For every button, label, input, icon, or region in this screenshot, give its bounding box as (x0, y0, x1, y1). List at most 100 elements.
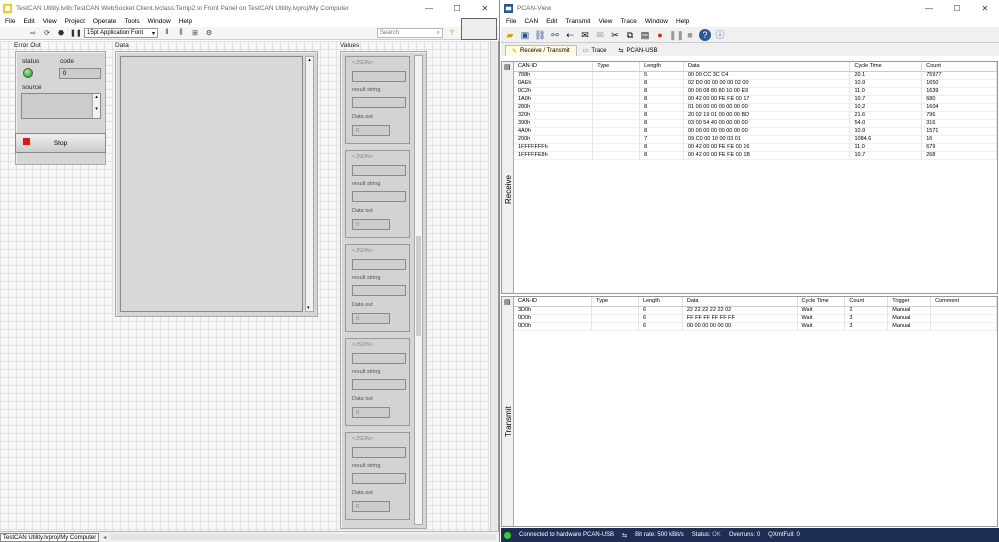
table-row[interactable]: 1A0h 8 00 42 00 00 FE FE 00 17 10.7 680 (514, 95, 997, 104)
pause-icon[interactable]: ❚❚ (70, 29, 82, 37)
table-row[interactable]: 1FFFFFE8h 8 00 42 00 00 FE FE 00 1B 10.7 268 (514, 151, 997, 160)
disconnect-icon[interactable]: ⚯ (549, 29, 561, 41)
col-can-id[interactable]: CAN-ID (514, 62, 594, 72)
close-button[interactable]: ✕ (971, 4, 999, 13)
menu-project[interactable]: Project (62, 18, 90, 25)
data-string-indicator[interactable] (120, 56, 303, 312)
col-data[interactable]: Data (682, 297, 798, 307)
result-string-field[interactable] (352, 379, 406, 390)
col-comment[interactable]: Comment (930, 297, 997, 307)
distribute-objects-icon[interactable]: ⫼ (176, 29, 186, 37)
table-row[interactable]: 3D0h 6 22 22 22 22 22 02 Wait 2 Manual (514, 306, 997, 315)
table-row[interactable]: 1FFFFFFFh 8 00 42 00 00 FE FE 00 16 11.0 679 (514, 143, 997, 152)
maximize-button[interactable]: ☐ (943, 4, 971, 13)
tab-receive-transmit[interactable]: ✎ Receive / Transmit (505, 45, 577, 56)
menu-tools[interactable]: Tools (121, 18, 144, 25)
tab-trace[interactable]: ▭ Trace (577, 45, 613, 56)
resize-objects-icon[interactable]: ⊞ (190, 29, 200, 37)
cut-icon[interactable]: ✂ (609, 29, 621, 41)
open-folder-icon[interactable]: ▰ (504, 29, 516, 41)
help-icon[interactable]: ? (447, 30, 457, 37)
vi-icon-connector[interactable] (461, 18, 497, 40)
reorder-icon[interactable]: ⚙ (204, 29, 214, 37)
menu-window[interactable]: Window (642, 18, 673, 25)
copy-icon[interactable]: ⧉ (624, 29, 636, 41)
table-row[interactable]: 0AEh 8 02 D0 00 00 00 00 02 00 10.9 1650 (514, 79, 997, 88)
run-continuously-icon[interactable]: ⟳ (42, 29, 52, 37)
menu-edit[interactable]: Edit (20, 18, 39, 25)
message-icon[interactable]: ✉ (594, 29, 606, 41)
data-scrollbar[interactable]: ▴ ▾ (305, 56, 314, 312)
horizontal-scrollbar[interactable] (110, 534, 496, 540)
search-input[interactable]: Search ⌕ (377, 28, 443, 38)
record-icon[interactable]: ● (654, 29, 666, 41)
stop-icon[interactable]: ■ (684, 29, 696, 41)
reset-icon[interactable]: ⇠ (564, 29, 576, 41)
col-type[interactable]: Type (591, 297, 639, 307)
col-length[interactable]: Length (638, 297, 683, 307)
menu-transmit[interactable]: Transmit (562, 18, 595, 25)
menu-view[interactable]: View (40, 18, 62, 25)
table-row[interactable]: 200h 7 09 C0 00 10 00 03 01 1084.6 16 (514, 135, 997, 144)
stop-button[interactable]: Stop (15, 133, 106, 153)
save-icon[interactable]: ▣ (519, 29, 531, 41)
menu-file[interactable]: File (503, 18, 521, 25)
scroll-up-icon[interactable]: ▴ (308, 57, 311, 63)
menu-trace[interactable]: Trace (617, 18, 641, 25)
col-count[interactable]: Count (844, 297, 889, 307)
menu-edit[interactable]: Edit (543, 18, 562, 25)
maximize-button[interactable]: ☐ (443, 4, 471, 13)
help-icon[interactable]: ? (699, 28, 711, 41)
about-icon[interactable]: ⓘ (714, 29, 726, 41)
front-panel-canvas[interactable]: Error Out status code 0 source ▴ ▾ Stop D… (0, 41, 499, 531)
json-input[interactable] (352, 447, 406, 458)
minimize-button[interactable]: — (415, 4, 443, 13)
col-count[interactable]: Count (921, 62, 997, 72)
abort-icon[interactable]: ⬣ (56, 29, 66, 37)
menu-help[interactable]: Help (176, 18, 197, 25)
scroll-thumb[interactable] (416, 236, 421, 336)
col-data[interactable]: Data (683, 62, 851, 72)
result-string-field[interactable] (352, 473, 406, 484)
table-row[interactable]: 0D0h 6 00 00 00 00 00 00 Wait 3 Manual (514, 322, 997, 331)
table-row[interactable]: 390h 8 03 00 54 40 00 00 00 00 54.0 316 (514, 119, 997, 128)
source-scrollbar[interactable]: ▴ ▾ (92, 94, 100, 118)
values-scrollbar[interactable] (414, 55, 423, 525)
new-message-icon[interactable]: ✉ (579, 29, 591, 41)
table-row[interactable]: 0D0h 6 FF FF FF FF FF FF Wait 3 Manual (514, 314, 997, 323)
run-arrow-icon[interactable]: ⇨ (28, 29, 38, 37)
connect-icon[interactable]: ⛓ (534, 29, 546, 41)
result-string-field[interactable] (352, 285, 406, 296)
col-length[interactable]: Length (639, 62, 684, 72)
result-string-field[interactable] (352, 97, 406, 108)
col-cycle-time[interactable]: Cycle Time (797, 297, 846, 307)
menu-can[interactable]: CAN (521, 18, 543, 25)
col-type[interactable]: Type (592, 62, 641, 72)
table-row[interactable]: 320h 8 20 02 19 01 00 00 00 BD 21.6 796 (514, 111, 997, 120)
col-trigger[interactable]: Trigger (887, 297, 932, 307)
align-objects-icon[interactable]: ⫴ (162, 29, 172, 37)
table-row[interactable]: 280h 8 01 00 00 00 00 00 00 00 10.2 1604 (514, 103, 997, 112)
json-input[interactable] (352, 71, 406, 82)
table-row[interactable]: 788h 5 00 00 CC 3C C4 20.1 75977 (514, 71, 997, 80)
scroll-left-icon[interactable]: ◂ (103, 534, 106, 541)
tab-pcan-usb[interactable]: ⇆ PCAN-USB (613, 45, 664, 56)
table-row[interactable]: 0C2h 8 00 00 08 80 80 10 00 E9 11.0 1639 (514, 87, 997, 96)
paste-icon[interactable]: ▤ (639, 29, 651, 41)
panel-vertical-scrollbar[interactable] (490, 41, 498, 531)
json-input[interactable] (352, 353, 406, 364)
table-row[interactable]: 4A0h 8 00 00 00 00 00 00 00 00 10.9 1571 (514, 127, 997, 136)
menu-window[interactable]: Window (145, 18, 176, 25)
menu-file[interactable]: File (2, 18, 20, 25)
font-selector[interactable]: 15pt Application Font ▾ (84, 28, 158, 38)
col-cycle-time[interactable]: Cycle Time (849, 62, 923, 72)
pause-icon[interactable]: ❚❚ (669, 29, 684, 41)
minimize-button[interactable]: — (915, 4, 943, 13)
menu-operate[interactable]: Operate (90, 18, 122, 25)
close-button[interactable]: ✕ (471, 4, 499, 13)
json-input[interactable] (352, 165, 406, 176)
menu-help[interactable]: Help (673, 18, 694, 25)
scroll-down-icon[interactable]: ▾ (307, 305, 310, 311)
json-input[interactable] (352, 259, 406, 270)
col-can-id[interactable]: CAN-ID (514, 297, 593, 307)
